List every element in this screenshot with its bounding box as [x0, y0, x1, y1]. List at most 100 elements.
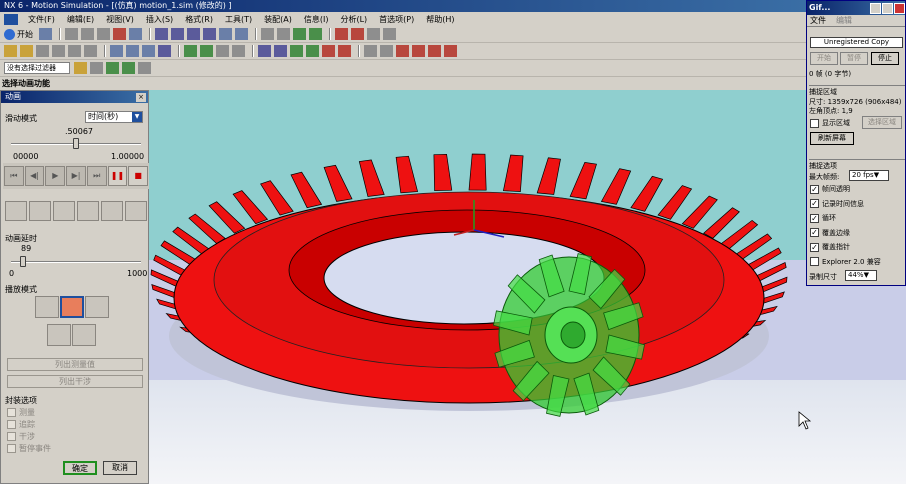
menu-information[interactable]: 信息(I) [298, 14, 335, 25]
articulation-step-icon[interactable] [29, 201, 51, 221]
snap-end-icon[interactable] [122, 62, 135, 74]
graphics-viewport[interactable] [149, 90, 906, 484]
cable-icon[interactable] [142, 45, 155, 57]
fast-forward-to-end-button[interactable]: ⏭ [86, 166, 107, 186]
select-all-icon[interactable] [74, 62, 87, 74]
joint-icon[interactable] [20, 45, 33, 57]
rotate-icon[interactable] [187, 28, 200, 40]
gif-menu-edit[interactable]: 编辑 [836, 15, 852, 26]
export-frames-icon[interactable] [53, 201, 75, 221]
animation-dialog-title-bar[interactable]: 动画 × [1, 91, 148, 103]
record-size-select[interactable]: 44%▼ [845, 270, 877, 281]
close-icon[interactable] [894, 2, 905, 14]
select-area-button[interactable]: 选择区域 [862, 116, 902, 129]
minimize-icon[interactable] [882, 2, 893, 14]
reset-icon[interactable] [125, 201, 147, 221]
arc-icon[interactable] [72, 324, 96, 346]
stop-button[interactable]: ■ [128, 166, 149, 186]
animation-play-icon[interactable] [335, 28, 348, 40]
refresh-screen-button[interactable]: 刷新屏幕 [810, 132, 854, 145]
capture-option-1[interactable]: ✓ 记录时间信息 [810, 199, 864, 209]
zoom-icon[interactable] [171, 28, 184, 40]
bushing-icon[interactable] [84, 45, 97, 57]
play-icon[interactable] [396, 45, 409, 57]
solver-icon[interactable] [309, 28, 322, 40]
pause-button[interactable]: ❚❚ [107, 166, 128, 186]
check-pause-event[interactable]: 暂停事件 [7, 443, 51, 454]
gif-start-button[interactable]: 开始 [810, 52, 838, 65]
delay-slider-track[interactable] [11, 261, 141, 263]
capture-option-2[interactable]: ✓ 循环 [810, 213, 836, 223]
articulation-icon[interactable] [338, 45, 351, 57]
sensor-icon[interactable] [232, 45, 245, 57]
torque-icon[interactable] [200, 45, 213, 57]
force-icon[interactable] [184, 45, 197, 57]
gif-menu-file[interactable]: 文件 [810, 15, 826, 26]
animate-forward-icon[interactable] [290, 45, 303, 57]
show-area-checkbox[interactable]: 显示区域 [810, 118, 850, 128]
bounce-icon[interactable] [47, 324, 71, 346]
marker-icon[interactable] [216, 45, 229, 57]
menu-assembly[interactable]: 装配(A) [258, 14, 298, 25]
menu-view[interactable]: 视图(V) [100, 14, 140, 25]
fit-view-icon[interactable] [155, 28, 168, 40]
step-back-button[interactable]: ◀| [24, 166, 45, 186]
menu-format[interactable]: 格式(R) [179, 14, 219, 25]
animation-stop-icon[interactable] [367, 28, 380, 40]
gif-recorder-title-bar[interactable]: Gif... [807, 1, 905, 15]
time-slider-thumb[interactable] [73, 138, 80, 149]
simulation-icon[interactable] [293, 28, 306, 40]
first-frame-icon[interactable] [364, 45, 377, 57]
gif-stop-button[interactable]: 停止 [871, 52, 899, 65]
contact-icon[interactable] [158, 45, 171, 57]
gear-coupler-icon[interactable] [110, 45, 123, 57]
render-style-icon[interactable] [219, 28, 232, 40]
pan-icon[interactable] [203, 28, 216, 40]
menu-analysis[interactable]: 分析(L) [334, 14, 373, 25]
list-interference-button[interactable]: 列出干涉 [7, 375, 143, 388]
start-button[interactable]: 开始 [4, 28, 33, 40]
window-title-bar[interactable]: NX 6 - Motion Simulation - [(仿真) motion_… [0, 0, 806, 12]
connector-icon[interactable] [36, 45, 49, 57]
capture-option-5[interactable]: Explorer 2.0 兼容 [810, 257, 881, 267]
trace-icon[interactable] [77, 201, 99, 221]
capture-option-4[interactable]: ✓ 覆盖指针 [810, 242, 850, 252]
menu-tools[interactable]: 工具(T) [219, 14, 258, 25]
explode-icon[interactable] [101, 201, 123, 221]
capture-option-3[interactable]: ✓ 覆盖边缘 [810, 228, 850, 238]
check-measure[interactable]: 测量 [7, 407, 35, 418]
work-layer-icon[interactable] [277, 28, 290, 40]
max-fps-select[interactable]: 20 fps▼ [849, 170, 889, 181]
rack-pinion-icon[interactable] [126, 45, 139, 57]
rewind-to-start-button[interactable]: ⏮ [4, 166, 24, 186]
gif-pause-button[interactable]: 暂停 [840, 52, 868, 65]
play-reverse-loop-icon[interactable] [85, 296, 109, 318]
spring-icon[interactable] [52, 45, 65, 57]
paste-icon[interactable] [97, 28, 110, 40]
snap-mid-icon[interactable] [138, 62, 151, 74]
cut-icon[interactable] [65, 28, 78, 40]
solution-icon[interactable] [258, 45, 271, 57]
step-forward-button[interactable]: ▶| [66, 166, 86, 186]
close-icon[interactable]: × [136, 92, 146, 102]
copy-icon[interactable] [81, 28, 94, 40]
link-icon[interactable] [4, 45, 17, 57]
save-icon[interactable] [39, 28, 52, 40]
undo-icon[interactable] [129, 28, 142, 40]
delay-slider-thumb[interactable] [19, 256, 26, 267]
animation-step-icon[interactable] [351, 28, 364, 40]
menu-insert[interactable]: 插入(S) [140, 14, 179, 25]
play-forward-button[interactable]: ▶ [45, 166, 66, 186]
capture-option-0[interactable]: ✓ 帧间透明 [810, 184, 850, 194]
solve-icon[interactable] [274, 45, 287, 57]
stop-icon[interactable] [444, 45, 457, 57]
last-frame-icon[interactable] [428, 45, 441, 57]
graph-icon[interactable] [322, 45, 335, 57]
menu-preferences[interactable]: 首选项(P) [373, 14, 420, 25]
layer-icon[interactable] [261, 28, 274, 40]
play-once-icon[interactable] [35, 296, 59, 318]
snap-point-icon[interactable] [106, 62, 119, 74]
cancel-button[interactable]: 取消 [103, 461, 137, 475]
help-icon[interactable] [870, 2, 881, 14]
check-trace[interactable]: 追踪 [7, 419, 35, 430]
